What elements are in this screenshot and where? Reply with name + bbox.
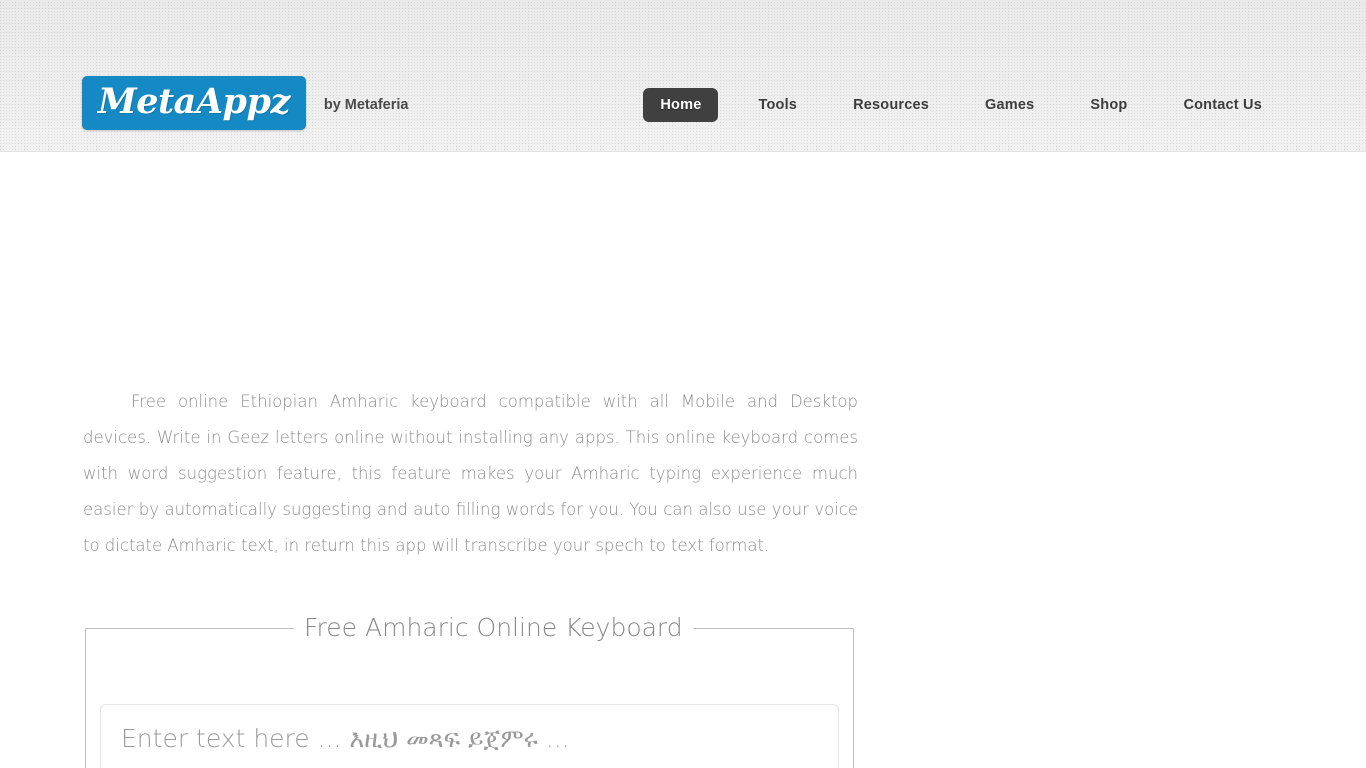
nav-item-tools[interactable]: Tools [744,88,811,122]
keyboard-panel: Free Amharic Online Keyboard Copy Text 📋… [85,614,854,768]
logo-badge[interactable]: MetaAppz [82,76,306,130]
nav-item-contact-us[interactable]: Contact Us [1169,88,1276,122]
keyboard-panel-legend: Free Amharic Online Keyboard [304,613,683,642]
amharic-text-input[interactable] [100,704,839,768]
main-navigation: Home Tools Resources Games Shop Contact … [631,88,1276,122]
header-inner: MetaAppz by Metaferia Home Tools Resourc… [0,0,1366,151]
nav-item-games[interactable]: Games [971,88,1048,122]
site-header: MetaAppz by Metaferia Home Tools Resourc… [0,0,1366,152]
nav-item-resources[interactable]: Resources [839,88,943,122]
nav-item-home[interactable]: Home [643,88,719,122]
nav-item-shop[interactable]: Shop [1076,88,1141,122]
logo-byline: by Metaferia [323,97,409,113]
logo-text: MetaAppz [98,81,290,122]
site-logo[interactable]: MetaAppz by Metaferia [82,76,408,130]
intro-paragraph: Free online Ethiopian Amharic keyboard c… [83,392,858,555]
